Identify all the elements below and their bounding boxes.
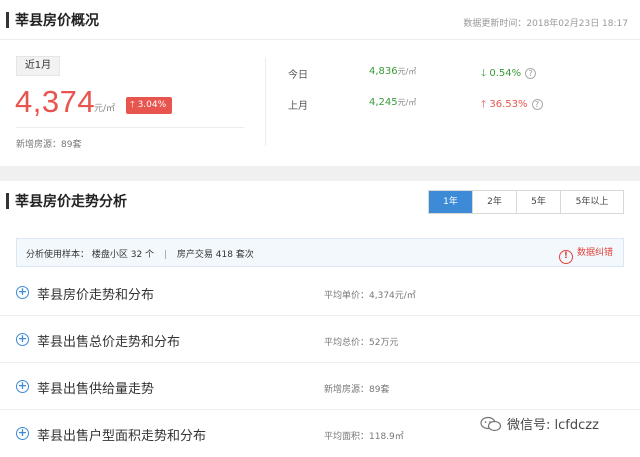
plus-circle-icon[interactable]: +	[16, 286, 29, 299]
sample-info-bar: 分析使用样本： 楼盘小区 32 个 | 房产交易 418 套次 ! 数据纠错	[16, 238, 624, 267]
trend-row-title: 莘县出售供给量走势	[37, 382, 155, 397]
section-accent-bar	[6, 12, 9, 28]
trend-row[interactable]: + 莘县出售总价走势和分布 平均总价：52万元	[0, 317, 640, 363]
wechat-icon	[480, 416, 502, 432]
report-error-button[interactable]: ! 数据纠错	[558, 245, 613, 264]
compare-label: 上月	[288, 101, 308, 112]
divider	[16, 127, 244, 128]
section-accent-bar	[6, 193, 9, 209]
trend-row-summary: 平均单价：4,374元/㎡	[324, 291, 416, 301]
tab-5-years[interactable]: 5年	[517, 191, 561, 213]
range-tabs: 1年 2年 5年 5年以上	[428, 190, 624, 214]
trend-row-summary: 平均面积：118.9㎡	[324, 432, 404, 442]
sample-text: 分析使用样本： 楼盘小区 32 个 | 房产交易 418 套次	[26, 250, 254, 260]
trend-header: 莘县房价走势分析 1年 2年 5年 5年以上	[0, 181, 640, 221]
overview-title: 莘县房价概况	[15, 13, 99, 29]
new-listings: 新增房源：89套	[16, 140, 82, 150]
plus-circle-icon[interactable]: +	[16, 380, 29, 393]
tab-1-year[interactable]: 1年	[429, 191, 473, 213]
help-icon[interactable]: ?	[525, 68, 537, 79]
trend-row-title: 莘县房价走势和分布	[37, 288, 155, 303]
trend-row-title: 莘县出售户型面积走势和分布	[37, 429, 207, 444]
trend-row-title: 莘县出售总价走势和分布	[37, 335, 181, 350]
update-time: 数据更新时间：2018年02月23日 18:17	[463, 19, 628, 29]
compare-change: 🡑 36.53%?	[481, 97, 543, 114]
tab-2-years[interactable]: 2年	[473, 191, 517, 213]
plus-circle-icon[interactable]: +	[16, 333, 29, 346]
arrow-up-icon: 🡑	[481, 99, 487, 110]
compare-change: 🡓 0.54%?	[481, 66, 537, 83]
overview-header: 莘县房价概况 数据更新时间：2018年02月23日 18:17	[0, 0, 640, 40]
tab-5-plus-years[interactable]: 5年以上	[561, 191, 623, 213]
compare-label: 今日	[288, 70, 308, 81]
wechat-watermark: 微信号: lcfdczz	[480, 414, 599, 433]
trend-row-summary: 平均总价：52万元	[324, 338, 399, 348]
help-icon[interactable]: ?	[531, 99, 543, 110]
compare-price: 4,245元/㎡	[369, 97, 417, 108]
arrow-down-icon: 🡓	[481, 68, 487, 79]
compare-row-today: 今日 4,836元/㎡ 🡓 0.54%?	[0, 62, 640, 82]
overview-card: 莘县房价概况 数据更新时间：2018年02月23日 18:17 近1月 4,37…	[0, 0, 640, 166]
exclamation-icon: !	[558, 250, 573, 264]
trend-row-summary: 新增房源：89套	[324, 385, 390, 395]
trend-row[interactable]: + 莘县出售供给量走势 新增房源：89套	[0, 364, 640, 410]
trend-title: 莘县房价走势分析	[15, 194, 127, 210]
compare-row-last-month: 上月 4,245元/㎡ 🡑 36.53%?	[0, 93, 640, 113]
trend-row[interactable]: + 莘县房价走势和分布 平均单价：4,374元/㎡	[0, 270, 640, 316]
plus-circle-icon[interactable]: +	[16, 427, 29, 440]
compare-price: 4,836元/㎡	[369, 66, 417, 77]
